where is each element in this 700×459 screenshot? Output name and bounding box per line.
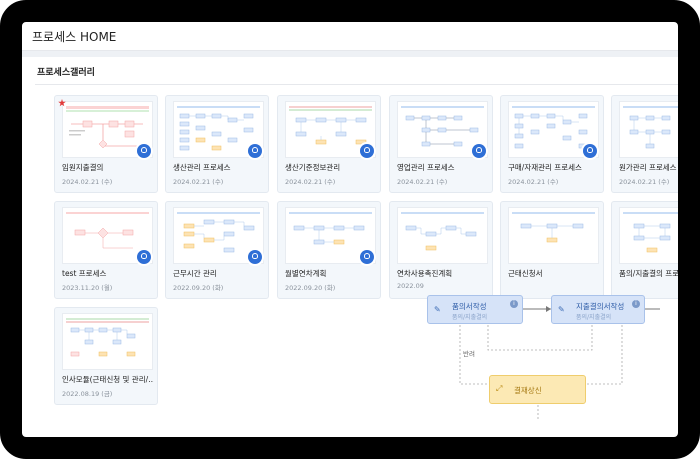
edit-icon: ✎ <box>558 305 565 314</box>
process-node[interactable]: ✎ 지출결의서작성 품의/지출결의 i <box>551 295 645 324</box>
node-label: 지출결의서작성 <box>576 302 625 311</box>
edge-label: 반려 <box>463 350 475 358</box>
node-sublabel: 품의/지출결의 <box>576 314 612 321</box>
edit-icon: ✎ <box>434 305 441 314</box>
app-window: 프로세스 HOME 프로세스갤러리 임원지출결의 2024.02.21 (수) … <box>0 0 700 459</box>
process-node[interactable]: ⤢ 결재상신 <box>489 375 586 404</box>
node-label: 결재상신 <box>514 386 542 395</box>
info-icon[interactable]: i <box>632 300 640 308</box>
merge-icon: ⤢ <box>496 384 503 393</box>
node-label: 품의서작성 <box>452 302 487 311</box>
process-node[interactable]: ✎ 품의서작성 품의/지출결의 i <box>427 295 523 324</box>
node-sublabel: 품의/지출결의 <box>452 314 488 321</box>
info-icon[interactable]: i <box>510 300 518 308</box>
flow-connectors <box>459 306 660 420</box>
